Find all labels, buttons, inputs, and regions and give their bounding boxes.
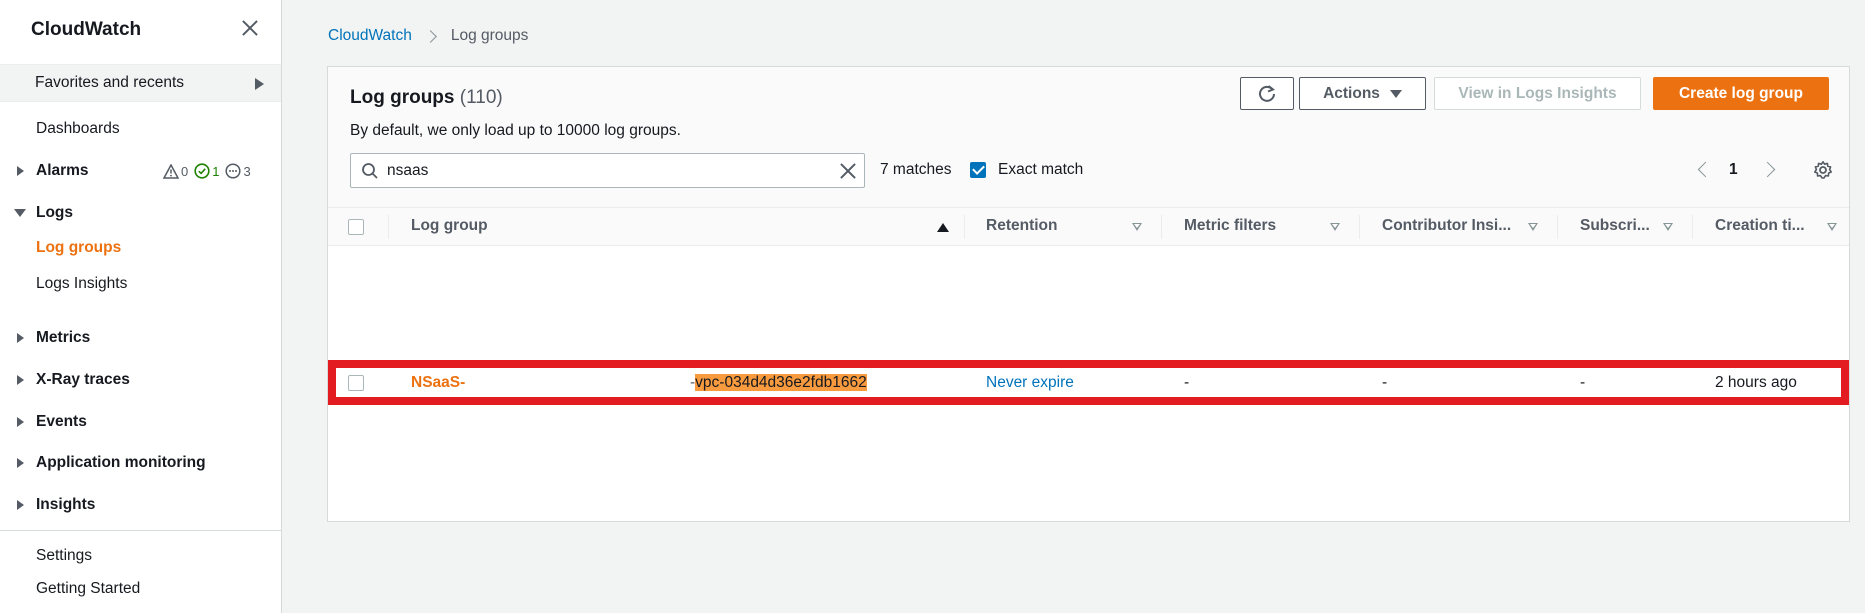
sidebar-item-events[interactable]: Events [36, 413, 87, 431]
select-all-checkbox[interactable] [348, 219, 364, 235]
breadcrumb: CloudWatch Log groups [328, 27, 528, 45]
panel-description: By default, we only load up to 10000 log… [350, 122, 681, 139]
caret-right-icon [255, 78, 264, 90]
column-header-metric-filters[interactable]: Metric filters [1184, 217, 1276, 235]
gear-icon[interactable] [1813, 160, 1833, 180]
alarm-state-badge: 0 [163, 163, 188, 179]
sidebar-item-getting-started[interactable]: Getting Started [36, 580, 140, 598]
sidebar-title: CloudWatch [31, 19, 142, 40]
insufficient-data-badge: 3 [225, 163, 251, 179]
column-divider [1557, 215, 1558, 239]
sort-icon[interactable] [1827, 223, 1837, 231]
page-title: Log groups (110) [350, 87, 503, 108]
view-in-logs-insights-button[interactable]: View in Logs Insights [1434, 77, 1641, 110]
caret-down-icon[interactable] [14, 209, 26, 217]
caret-right-icon[interactable] [17, 458, 24, 468]
caret-down-icon [1389, 89, 1402, 98]
alarm-badges[interactable]: 0 1 3 [163, 163, 257, 179]
sort-icon[interactable] [1330, 223, 1340, 231]
breadcrumb-current: Log groups [450, 27, 529, 44]
clear-search-icon[interactable] [838, 161, 858, 181]
breadcrumb-cloudwatch[interactable]: CloudWatch [328, 27, 412, 45]
row-highlight-annotation [328, 360, 1849, 405]
caret-right-icon[interactable] [17, 500, 24, 510]
caret-right-icon[interactable] [17, 417, 24, 427]
sidebar-item-alarms[interactable]: Alarms [36, 162, 89, 180]
column-header-retention[interactable]: Retention [986, 217, 1057, 235]
caret-right-icon[interactable] [17, 375, 24, 385]
column-divider [1359, 215, 1360, 239]
sidebar-item-logs-insights[interactable]: Logs Insights [36, 275, 127, 293]
column-divider [964, 215, 965, 239]
sidebar-item-application-monitoring[interactable]: Application monitoring [36, 454, 206, 472]
sort-icon[interactable] [1132, 223, 1142, 231]
column-header-creation-time[interactable]: Creation ti... [1715, 217, 1805, 235]
sort-ascending-icon[interactable] [937, 223, 949, 232]
exact-match-label[interactable]: Exact match [998, 161, 1083, 179]
log-groups-panel: Log groups (110) By default, we only loa… [327, 66, 1850, 522]
create-log-group-button[interactable]: Create log group [1653, 77, 1829, 110]
column-header-log-group[interactable]: Log group [411, 217, 488, 235]
search-value: nsaas [387, 162, 429, 179]
sort-icon[interactable] [1663, 223, 1673, 231]
column-divider [388, 215, 389, 239]
sidebar-item-logs[interactable]: Logs [36, 204, 73, 222]
favorites-and-recents[interactable]: Favorites and recents [0, 64, 281, 102]
search-icon [362, 163, 378, 179]
ok-state-badge: 1 [194, 163, 219, 179]
sidebar-item-log-groups[interactable]: Log groups [36, 239, 121, 257]
chevron-right-icon [423, 29, 437, 43]
sidebar-item-settings[interactable]: Settings [36, 547, 92, 565]
search-input[interactable]: nsaas [350, 153, 865, 188]
check-circle-icon [194, 163, 210, 179]
column-header-contributor-insights[interactable]: Contributor Insi... [1382, 217, 1511, 235]
sidebar-item-dashboards[interactable]: Dashboards [36, 120, 120, 138]
column-header-subscriptions[interactable]: Subscri... [1580, 217, 1650, 235]
sidebar-item-metrics[interactable]: Metrics [36, 329, 90, 347]
page-number[interactable]: 1 [1729, 161, 1738, 179]
exact-match-checkbox[interactable] [970, 162, 986, 178]
table-header: Log group Retention Metric filters Contr… [328, 207, 1849, 246]
match-count: 7 matches [880, 161, 952, 178]
sort-icon[interactable] [1528, 223, 1538, 231]
close-icon[interactable] [239, 17, 261, 39]
warning-icon [163, 163, 179, 179]
favorites-label: Favorites and recents [35, 74, 185, 91]
sidebar-item-xray-traces[interactable]: X-Ray traces [36, 371, 130, 389]
sidebar-item-insights[interactable]: Insights [36, 496, 95, 514]
log-group-count: (110) [459, 87, 503, 108]
column-divider [1692, 215, 1693, 239]
caret-right-icon[interactable] [17, 333, 24, 343]
refresh-button[interactable] [1240, 77, 1294, 110]
column-divider [1161, 215, 1162, 239]
sidebar-divider [0, 530, 281, 531]
ellipsis-circle-icon [225, 163, 242, 179]
actions-dropdown[interactable]: Actions [1299, 77, 1426, 110]
refresh-icon [1259, 84, 1275, 102]
caret-right-icon[interactable] [17, 166, 24, 176]
navigation-sidebar: CloudWatch Favorites and recents Dashboa… [0, 0, 282, 613]
